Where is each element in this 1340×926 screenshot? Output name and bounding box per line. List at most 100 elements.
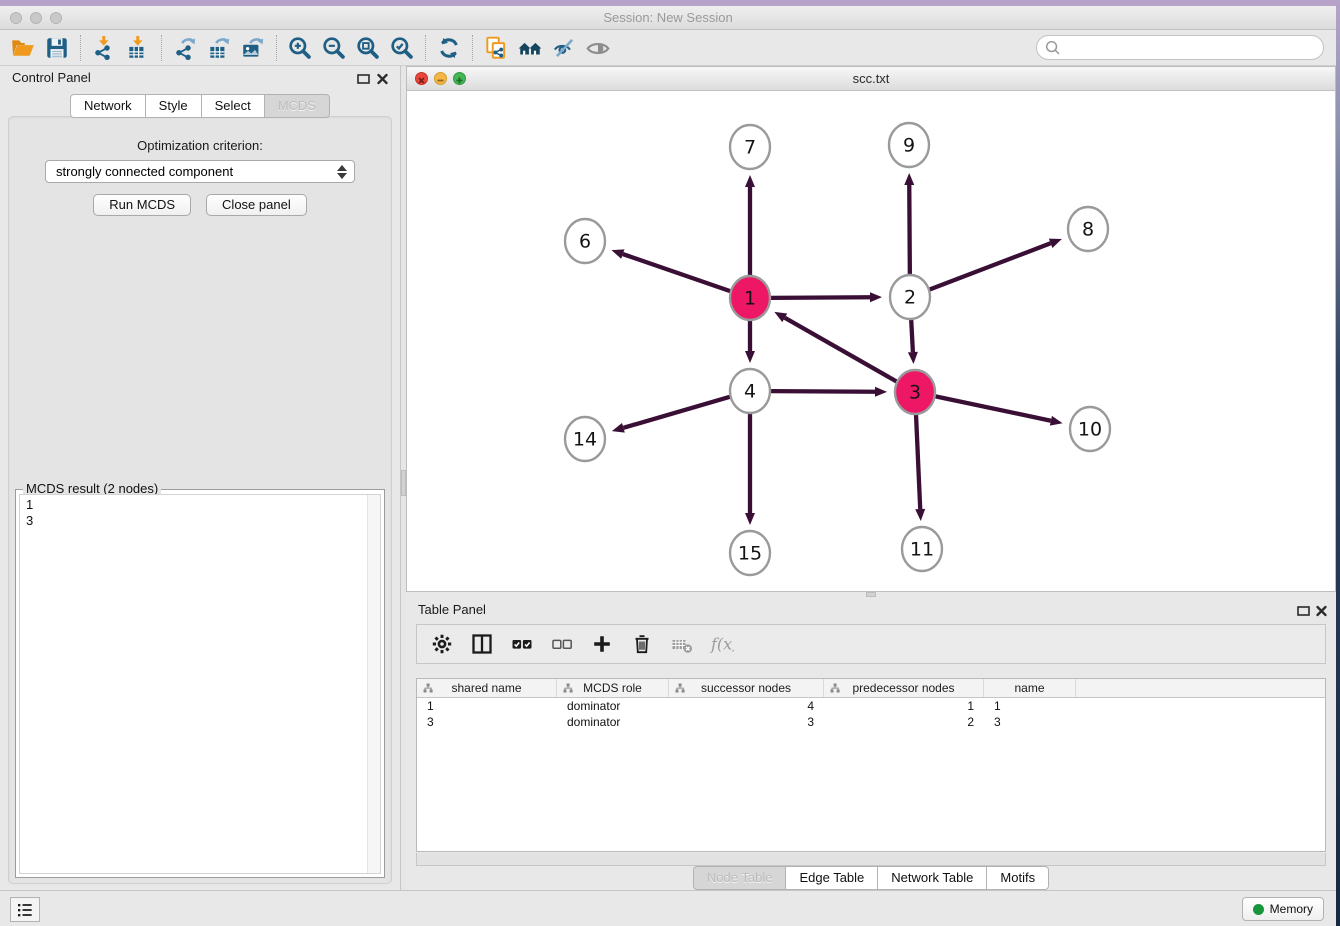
network-maximize-button[interactable] — [453, 72, 466, 85]
column-header-name[interactable]: name — [984, 679, 1076, 697]
cell-successor-nodes[interactable]: 3 — [669, 715, 824, 729]
network-close-button[interactable] — [415, 72, 428, 85]
graph-node-10[interactable]: 10 — [1070, 407, 1110, 451]
cell-name[interactable]: 3 — [984, 715, 1076, 729]
graph-node-14[interactable]: 14 — [565, 417, 605, 461]
network-minimize-button[interactable] — [434, 72, 447, 85]
cell-predecessor-nodes[interactable]: 2 — [824, 715, 984, 729]
export-table-button[interactable] — [202, 33, 236, 63]
window-minimize-button[interactable] — [30, 12, 42, 24]
show-hide-panels-button[interactable] — [547, 33, 581, 63]
optimization-criterion-select[interactable]: strongly connected component — [45, 160, 355, 183]
graph-edge-2-9[interactable] — [909, 185, 910, 276]
graph-node-15[interactable]: 15 — [730, 531, 770, 575]
column-header-predecessor-nodes[interactable]: predecessor nodes — [824, 679, 984, 697]
export-image-button[interactable] — [236, 33, 270, 63]
zoom-in-button[interactable] — [283, 33, 317, 63]
select-stepper-icon — [337, 164, 347, 180]
duplicate-network-button[interactable] — [479, 33, 513, 63]
cell-MCDS-role[interactable]: dominator — [557, 699, 669, 713]
graph-node-7[interactable]: 7 — [730, 125, 770, 169]
import-table-button[interactable] — [121, 33, 155, 63]
graph-edge-4-14[interactable] — [623, 397, 729, 428]
graph-node-6[interactable]: 6 — [565, 219, 605, 263]
svg-text:7: 7 — [744, 137, 756, 159]
task-history-button[interactable] — [10, 897, 40, 922]
graph-edge-1-6[interactable] — [623, 254, 730, 291]
tab-network[interactable]: Network — [70, 94, 146, 118]
float-panel-icon[interactable] — [355, 71, 372, 87]
graph-edge-1-2[interactable] — [771, 297, 870, 298]
import-network-button[interactable] — [87, 33, 121, 63]
svg-text:f(x): f(x) — [710, 635, 734, 654]
tab-mcds[interactable]: MCDS — [264, 94, 330, 118]
svg-text:8: 8 — [1082, 219, 1094, 241]
table-row[interactable]: 1dominator411 — [417, 698, 1325, 714]
tab-network-table[interactable]: Network Table — [877, 866, 987, 890]
window-zoom-button[interactable] — [50, 12, 62, 24]
tab-node-table[interactable]: Node Table — [693, 866, 787, 890]
table-tabs: Node TableEdge TableNetwork TableMotifs — [406, 866, 1336, 890]
preview-button[interactable] — [581, 33, 615, 63]
column-header-successor-nodes[interactable]: successor nodes — [669, 679, 824, 697]
tab-motifs[interactable]: Motifs — [986, 866, 1049, 890]
cell-shared-name[interactable]: 3 — [417, 715, 557, 729]
cell-MCDS-role[interactable]: dominator — [557, 715, 669, 729]
cell-name[interactable]: 1 — [984, 699, 1076, 713]
graph-edge-2-3[interactable] — [911, 318, 913, 352]
zoom-fit-button[interactable] — [351, 33, 385, 63]
select-all-button[interactable] — [509, 631, 535, 657]
toolbar-separator — [80, 35, 81, 61]
tab-style[interactable]: Style — [145, 94, 202, 118]
graph-node-1[interactable]: 1 — [730, 276, 770, 320]
cell-shared-name[interactable]: 1 — [417, 699, 557, 713]
tab-select[interactable]: Select — [201, 94, 265, 118]
graph-edge-3-1[interactable] — [785, 318, 897, 382]
graph-node-8[interactable]: 8 — [1068, 207, 1108, 251]
close-panel-icon[interactable] — [1313, 603, 1330, 619]
columns-button[interactable] — [469, 631, 495, 657]
graph-edge-2-8[interactable] — [930, 243, 1051, 289]
float-panel-icon[interactable] — [1295, 603, 1312, 619]
tab-edge-table[interactable]: Edge Table — [785, 866, 878, 890]
graph-node-11[interactable]: 11 — [902, 527, 942, 571]
column-header-shared-name[interactable]: shared name — [417, 679, 557, 697]
mcds-result-area[interactable]: 1 3 — [19, 494, 381, 874]
zoom-selected-button[interactable] — [385, 33, 419, 63]
graph-node-2[interactable]: 2 — [890, 275, 930, 319]
delete-row-button[interactable] — [629, 631, 655, 657]
svg-text:6: 6 — [579, 231, 591, 253]
deselect-all-button[interactable] — [549, 631, 575, 657]
graph-edge-3-10[interactable] — [936, 396, 1051, 420]
export-network-button[interactable] — [168, 33, 202, 63]
zoom-out-button[interactable] — [317, 33, 351, 63]
column-header-MCDS-role[interactable]: MCDS role — [557, 679, 669, 697]
graph-edge-3-11[interactable] — [916, 413, 920, 509]
graph-node-4[interactable]: 4 — [730, 369, 770, 413]
column-header-filler — [1076, 679, 1325, 697]
search-input[interactable] — [1036, 35, 1324, 60]
table-row[interactable]: 3dominator323 — [417, 714, 1325, 730]
window-close-button[interactable] — [10, 12, 22, 24]
splitter-handle[interactable] — [866, 592, 876, 597]
network-canvas[interactable]: 7 9 6 8 1 2 4 3 14 10 15 11 — [407, 91, 1335, 591]
close-panel-icon[interactable] — [374, 71, 391, 87]
graph-node-9[interactable]: 9 — [889, 123, 929, 167]
toolbar-separator — [276, 35, 277, 61]
refresh-button[interactable] — [432, 33, 466, 63]
gear-button[interactable] — [429, 631, 455, 657]
cell-predecessor-nodes[interactable]: 1 — [824, 699, 984, 713]
app-window: Session: New Session Control Panel Netwo… — [0, 6, 1336, 926]
graph-node-3[interactable]: 3 — [895, 370, 935, 414]
memory-button[interactable]: Memory — [1242, 897, 1324, 921]
graph-edge-4-3[interactable] — [771, 391, 875, 392]
close-panel-button[interactable]: Close panel — [206, 194, 307, 216]
save-session-button[interactable] — [40, 33, 74, 63]
open-session-button[interactable] — [6, 33, 40, 63]
cell-successor-nodes[interactable]: 4 — [669, 699, 824, 713]
add-row-button[interactable] — [589, 631, 615, 657]
result-scrollbar[interactable] — [367, 495, 380, 873]
search-icon — [1044, 39, 1061, 56]
run-mcds-button[interactable]: Run MCDS — [93, 194, 191, 216]
home-button[interactable] — [513, 33, 547, 63]
